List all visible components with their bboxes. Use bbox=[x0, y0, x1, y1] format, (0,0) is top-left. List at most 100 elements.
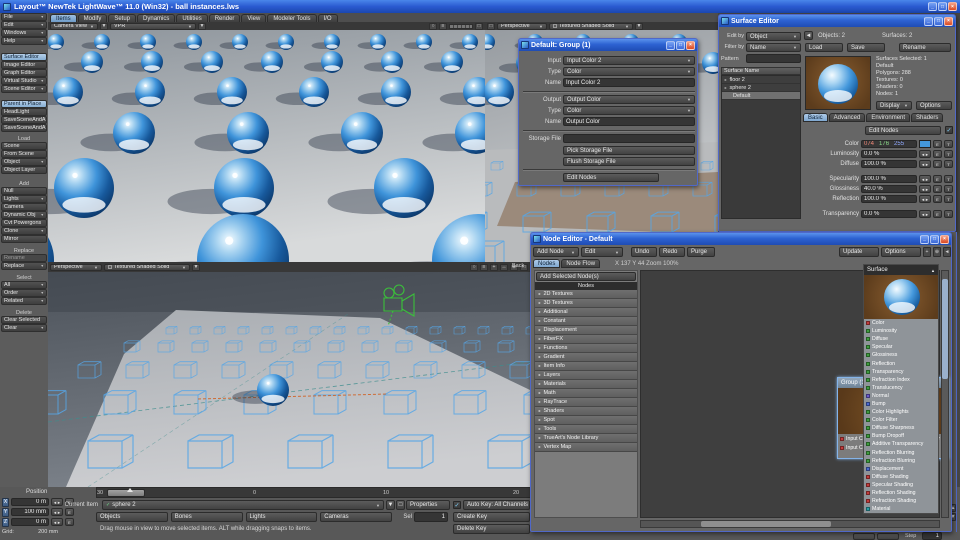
surface-node-input[interactable]: Reflection bbox=[864, 359, 938, 367]
connection-dot[interactable] bbox=[866, 459, 870, 463]
minimize-button[interactable]: _ bbox=[928, 2, 937, 11]
surface-node-input[interactable]: Translucency bbox=[864, 384, 938, 392]
node-category-item[interactable]: 2D Textures bbox=[535, 290, 637, 299]
edit-nodes-checkbox[interactable] bbox=[945, 126, 953, 134]
texture-button[interactable]: T bbox=[944, 140, 953, 148]
viewport1-view-dropdown[interactable]: Camera View bbox=[50, 23, 98, 30]
surface-node-input[interactable]: Displacement bbox=[864, 465, 938, 473]
sidebar-item[interactable]: Graph Editor bbox=[1, 69, 47, 77]
item-lock-button[interactable]: □ bbox=[396, 500, 405, 510]
viewport-preset-squares[interactable] bbox=[449, 24, 473, 29]
color-rgb-field[interactable]: 074 176 255 bbox=[861, 140, 917, 148]
create-key-button[interactable]: Create Key bbox=[453, 512, 530, 522]
surface-node-input[interactable]: Glossiness bbox=[864, 351, 938, 359]
connection-dot[interactable] bbox=[866, 321, 870, 325]
properties-button[interactable]: Properties bbox=[406, 500, 450, 510]
chevron-down-icon[interactable]: ▼ bbox=[192, 264, 200, 271]
connection-dot[interactable] bbox=[866, 483, 870, 487]
connection-dot[interactable] bbox=[866, 362, 870, 366]
viewport-icon[interactable]: □ bbox=[487, 23, 495, 30]
sidebar-item[interactable]: Object bbox=[1, 158, 47, 166]
surface-preview[interactable] bbox=[805, 56, 871, 110]
options-button[interactable]: Options bbox=[881, 247, 921, 257]
maximize-button[interactable]: □ bbox=[938, 2, 947, 11]
edit-nodes-button[interactable]: Edit Nodes bbox=[563, 173, 659, 182]
horizontal-scrollbar[interactable] bbox=[640, 520, 940, 528]
texture-button[interactable]: T bbox=[944, 160, 953, 168]
camera-icon[interactable]: ○ bbox=[470, 264, 478, 271]
perspective-wireframe-viewport[interactable] bbox=[48, 272, 530, 487]
pattern-input[interactable] bbox=[746, 54, 801, 63]
sidebar-item[interactable]: SaveSceneAndAL bbox=[1, 116, 47, 124]
envelope-button[interactable]: E bbox=[933, 185, 942, 193]
envelope-button[interactable]: E bbox=[933, 175, 942, 183]
minislider-button[interactable]: ◄► bbox=[51, 518, 63, 526]
connection-dot[interactable] bbox=[866, 353, 870, 357]
sidebar-item-edit[interactable]: Edit bbox=[1, 21, 47, 29]
maximize-button[interactable]: □ bbox=[676, 41, 685, 50]
sidebar-item[interactable]: Object Layer bbox=[1, 166, 47, 174]
minislider-button[interactable]: ◄► bbox=[51, 508, 63, 516]
display-dropdown[interactable]: Display bbox=[876, 101, 912, 110]
connection-dot[interactable] bbox=[866, 329, 870, 333]
sidebar-item[interactable]: Clone bbox=[1, 227, 47, 235]
scrollbar-thumb[interactable] bbox=[942, 279, 948, 379]
surface-list-item[interactable]: floor 2 bbox=[722, 76, 800, 84]
maximize-button[interactable]: □ bbox=[930, 235, 939, 244]
prop-value-field[interactable]: 100.0 % bbox=[861, 175, 917, 183]
axis-value-field[interactable]: 0 m bbox=[11, 518, 49, 526]
expand-icon[interactable]: □ bbox=[475, 23, 483, 30]
add-node-dropdown[interactable]: Add Node bbox=[533, 247, 579, 257]
chevron-down-icon[interactable]: ▼ bbox=[100, 23, 108, 30]
surface-node-input[interactable]: Reflection Shading bbox=[864, 489, 938, 497]
sidebar-item[interactable]: Lights bbox=[1, 195, 47, 203]
type2-dropdown[interactable]: Color bbox=[563, 106, 695, 115]
minislider-button[interactable]: ◄► bbox=[919, 195, 931, 203]
viewport4-view-label[interactable]: Back bbox=[512, 263, 524, 269]
node-category-item[interactable]: Layers bbox=[535, 371, 637, 380]
scrollbar-thumb[interactable] bbox=[701, 521, 831, 527]
connection-dot[interactable] bbox=[866, 442, 870, 446]
minimize-button[interactable]: _ bbox=[924, 17, 933, 26]
pan-icon[interactable]: + bbox=[923, 247, 931, 257]
prop-value-field[interactable]: 100.0 % bbox=[861, 160, 917, 168]
menu-tab[interactable]: View bbox=[241, 14, 266, 22]
sidebar-item[interactable]: Clear bbox=[1, 324, 47, 332]
envelope-button[interactable]: E bbox=[65, 518, 74, 526]
flush-storage-file-button[interactable]: Flush Storage File bbox=[563, 157, 695, 166]
close-button[interactable]: × bbox=[940, 235, 949, 244]
edit-nodes-button[interactable]: Edit Nodes bbox=[865, 126, 941, 135]
surface-node-input[interactable]: Color Filter bbox=[864, 416, 938, 424]
connection-dot[interactable] bbox=[866, 378, 870, 382]
surface-tab[interactable]: Advanced bbox=[829, 113, 866, 122]
color-swatch[interactable] bbox=[919, 140, 931, 148]
edit-by-dropdown[interactable]: Object bbox=[746, 32, 801, 41]
sidebar-item[interactable]: Parent in Place bbox=[1, 100, 47, 108]
surface-node-input[interactable]: Refraction Index bbox=[864, 376, 938, 384]
connection-dot[interactable] bbox=[866, 386, 870, 390]
connection-dot[interactable] bbox=[840, 437, 844, 441]
surface-node-input[interactable]: Specular bbox=[864, 343, 938, 351]
connection-dot[interactable] bbox=[866, 402, 870, 406]
sidebar-item[interactable]: From Scene bbox=[1, 150, 47, 158]
pan-icon[interactable]: + bbox=[490, 264, 498, 271]
node-editor-titlebar[interactable]: Node Editor - Default _ □ × bbox=[531, 233, 951, 245]
minimize-button[interactable]: _ bbox=[920, 235, 929, 244]
purge-button[interactable]: Purge bbox=[687, 247, 715, 257]
transport-button[interactable] bbox=[853, 533, 875, 540]
surface-node-input[interactable]: Transparency bbox=[864, 368, 938, 376]
surface-node-input[interactable]: Color Highlights bbox=[864, 408, 938, 416]
input-dropdown[interactable]: Input Color 2 bbox=[563, 56, 695, 65]
texture-button[interactable]: T bbox=[944, 185, 953, 193]
prop-value-field[interactable]: 100.0 % bbox=[861, 195, 917, 203]
node-category-item[interactable]: TrueArt's Node Library bbox=[535, 434, 637, 443]
surface-node-input[interactable]: Bump bbox=[864, 400, 938, 408]
surface-node-input[interactable]: Bump Dropoff bbox=[864, 432, 938, 440]
connection-dot[interactable] bbox=[866, 451, 870, 455]
sidebar-item[interactable]: Dynamic Obj bbox=[1, 211, 47, 219]
menu-tab[interactable]: Modeler Tools bbox=[267, 14, 316, 22]
transport-button[interactable] bbox=[877, 533, 899, 540]
surface-destination-node[interactable]: Surface ▲ ColorLuminosityDiffuseSpecular… bbox=[863, 264, 939, 514]
menu-tab[interactable]: I/O bbox=[318, 14, 338, 22]
menu-tab[interactable]: Items bbox=[50, 14, 77, 22]
